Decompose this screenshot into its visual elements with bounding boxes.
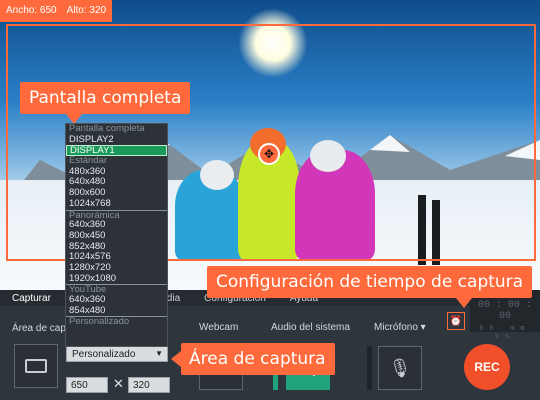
microphone-label[interactable]: Micrófono ▾ (374, 322, 426, 333)
callout-time-config: Configuración de tiempo de captura (207, 266, 533, 308)
dropdown-option[interactable]: 854x480 (66, 305, 167, 317)
width-input[interactable]: 650 (66, 377, 108, 393)
chevron-down-icon: ▼ (155, 349, 163, 358)
dropdown-option[interactable]: 1920x1080 (66, 273, 167, 285)
height-readout: Alto: 320 (66, 5, 107, 16)
mic-off-icon[interactable]: 🎙 (378, 346, 422, 390)
dropdown-group-header: Personalizado (66, 316, 167, 327)
capture-size-dropdown: Pantalla completa DISPLAY2 DISPLAY1 Estánda… (65, 123, 168, 347)
tab-capturar[interactable]: Capturar (0, 290, 63, 306)
move-icon[interactable]: ✥ (258, 143, 280, 165)
dropdown-option[interactable]: 1024x768 (66, 198, 167, 210)
height-input[interactable]: 320 (128, 377, 170, 393)
width-readout: Ancho: 650 (6, 5, 57, 16)
system-audio-label: Audio del sistema (271, 322, 350, 333)
timer-units: hh mm ss (479, 325, 531, 341)
callout-capture-area: Área de captura (171, 343, 335, 375)
capture-size-select-value: Personalizado (72, 349, 136, 360)
capture-size-select[interactable]: Personalizado ▼ (66, 346, 168, 362)
webcam-label: Webcam (199, 322, 239, 333)
alarm-clock-icon[interactable]: ⏰ (447, 312, 465, 330)
times-icon: ✕ (113, 376, 124, 391)
mic-volume[interactable] (367, 346, 372, 390)
dropdown-option[interactable]: DISPLAY2 (66, 134, 167, 146)
callout-full-screen: Pantalla completa (20, 82, 191, 124)
timer-value: 00 : 00 : 00 (477, 300, 532, 322)
capture-dimensions-label: Ancho: 650 Alto: 320 (0, 0, 113, 22)
dropdown-option[interactable]: 800x450 (66, 230, 167, 242)
rec-button[interactable]: REC (464, 344, 510, 390)
capture-area-label: Área de cap (12, 323, 66, 334)
crop-area-icon[interactable] (14, 344, 58, 388)
